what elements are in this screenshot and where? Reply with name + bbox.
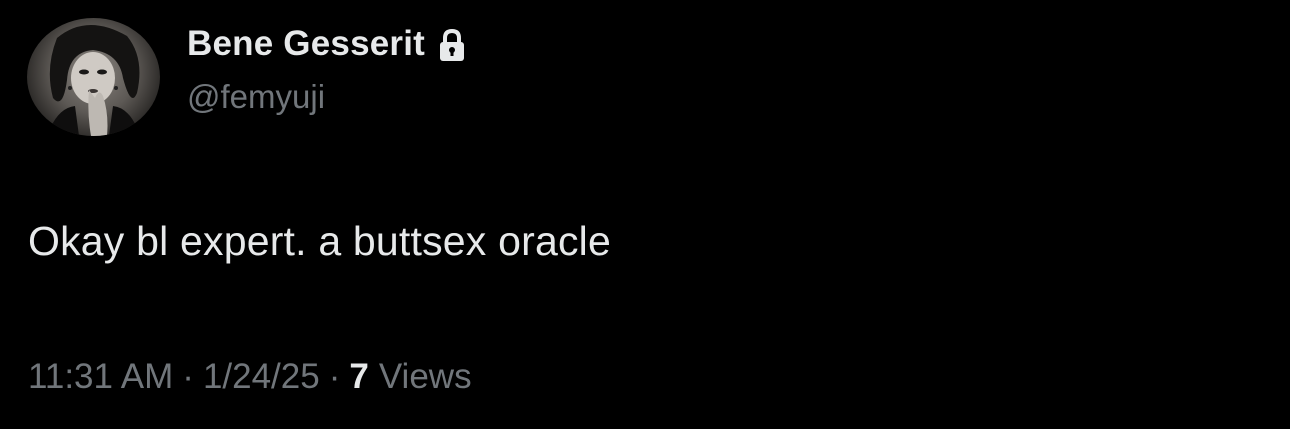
tweet-card: Bene Gesserit @femyuji Okay bl expert. a… xyxy=(0,0,1290,429)
views-label: Views xyxy=(378,357,472,396)
lock-icon xyxy=(437,28,467,62)
meta-separator: · xyxy=(182,357,194,396)
name-row: Bene Gesserit xyxy=(187,22,467,66)
avatar-image xyxy=(47,24,140,136)
tweet-header: Bene Gesserit @femyuji xyxy=(187,22,467,116)
meta-separator: · xyxy=(328,357,341,396)
user-handle[interactable]: @femyuji xyxy=(187,78,467,116)
avatar[interactable] xyxy=(27,18,160,136)
tweet-date[interactable]: 1/24/25 xyxy=(203,357,320,397)
tweet-text: Okay bl expert. a buttsex oracle xyxy=(28,218,611,264)
views-count: 7 xyxy=(349,357,369,396)
tweet-time[interactable]: 11:31 AM xyxy=(28,357,173,397)
display-name[interactable]: Bene Gesserit xyxy=(187,24,425,64)
tweet-meta: 11:31 AM · 1/24/25 · 7 Views xyxy=(28,357,472,397)
